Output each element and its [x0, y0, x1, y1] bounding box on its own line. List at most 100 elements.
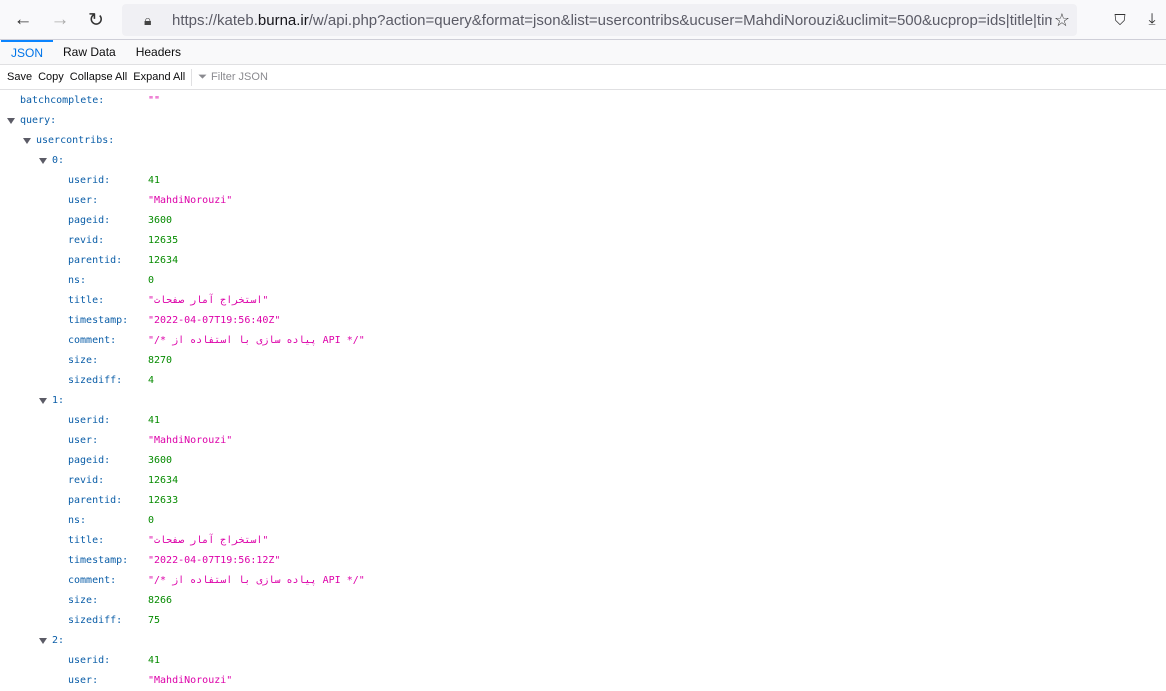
expand-toggle-icon[interactable] [7, 118, 15, 124]
save-button[interactable]: Save [4, 71, 35, 83]
back-icon[interactable]: ← [11, 8, 35, 32]
json-value: "MahdiNorouzi" [148, 675, 233, 686]
json-key: user: [68, 675, 99, 686]
json-row[interactable]: timestamp: "2022-04-07T19:56:40Z" [0, 311, 1166, 331]
json-row[interactable]: title: "استخراج آمار صفحات" [0, 531, 1166, 551]
json-row[interactable]: size: 8270 [0, 351, 1166, 371]
json-value: "2022-04-07T19:56:12Z" [148, 555, 281, 566]
json-row[interactable]: comment: "/* پیاده سازی با استفاده از API… [0, 331, 1166, 351]
json-value: 0 [148, 275, 155, 286]
json-key: title: [68, 535, 105, 546]
json-value: 3600 [148, 455, 173, 466]
json-value: "" [148, 95, 161, 106]
json-value: 41 [148, 415, 161, 426]
json-key: timestamp: [68, 555, 129, 566]
collapse-all-button[interactable]: Collapse All [67, 71, 130, 83]
json-key: sizediff: [68, 375, 123, 386]
json-key: ns: [68, 515, 87, 526]
expand-toggle-icon[interactable] [39, 398, 47, 404]
json-key: comment: [68, 335, 117, 346]
json-key: userid: [68, 655, 111, 666]
browser-toolbar: ← → ↻ 🔒︎ https://kateb.burna.ir/w/api.ph… [0, 0, 1166, 40]
viewer-tabs: JSON Raw Data Headers [0, 40, 1166, 65]
json-row[interactable]: title: "استخراج آمار صفحات" [0, 291, 1166, 311]
json-row[interactable]: revid: 12635 [0, 231, 1166, 251]
json-value: 41 [148, 655, 161, 666]
tab-raw-data[interactable]: Raw Data [53, 40, 126, 65]
json-value: 12633 [148, 495, 179, 506]
json-row[interactable]: size: 8266 [0, 591, 1166, 611]
json-value: "MahdiNorouzi" [148, 435, 233, 446]
json-row[interactable]: timestamp: "2022-04-07T19:56:12Z" [0, 551, 1166, 571]
json-key: user: [68, 195, 99, 206]
json-key: revid: [68, 475, 105, 486]
address-bar[interactable]: 🔒︎ https://kateb.burna.ir/w/api.php?acti… [122, 4, 1077, 36]
json-key: title: [68, 295, 105, 306]
json-row[interactable]: ns: 0 [0, 511, 1166, 531]
json-row[interactable]: batchcomplete: "" [0, 91, 1166, 111]
json-row[interactable]: userid: 41 [0, 651, 1166, 671]
json-row-query[interactable]: query: [0, 111, 1166, 131]
json-row[interactable]: parentid: 12633 [0, 491, 1166, 511]
json-value: "/* پیاده سازی با استفاده از API */" [148, 335, 365, 346]
json-row[interactable]: userid: 41 [0, 171, 1166, 191]
json-row[interactable]: comment: "/* پیاده سازی با استفاده از API… [0, 571, 1166, 591]
json-row[interactable]: pageid: 3600 [0, 451, 1166, 471]
json-row[interactable]: user: "MahdiNorouzi" [0, 431, 1166, 451]
json-value: 12635 [148, 235, 179, 246]
expand-toggle-icon[interactable] [39, 158, 47, 164]
json-row[interactable]: sizediff: 4 [0, 371, 1166, 391]
json-key: comment: [68, 575, 117, 586]
expand-toggle-icon[interactable] [23, 138, 31, 144]
json-row[interactable]: sizediff: 75 [0, 611, 1166, 631]
url-text[interactable]: https://kateb.burna.ir/w/api.php?action=… [172, 12, 1052, 29]
json-value: "استخراج آمار صفحات" [148, 535, 269, 546]
json-key: parentid: [68, 255, 123, 266]
json-key: 1: [52, 395, 65, 406]
expand-toggle-icon[interactable] [39, 638, 47, 644]
json-key: batchcomplete: [20, 95, 105, 106]
json-key: size: [68, 355, 99, 366]
copy-button[interactable]: Copy [35, 71, 67, 83]
json-key: parentid: [68, 495, 123, 506]
json-row[interactable]: revid: 12634 [0, 471, 1166, 491]
json-value: "استخراج آمار صفحات" [148, 295, 269, 306]
json-key: query: [20, 115, 57, 126]
json-row[interactable]: ns: 0 [0, 271, 1166, 291]
json-key: ns: [68, 275, 87, 286]
filter-input[interactable]: ⏷ Filter JSON [198, 71, 268, 84]
json-key: revid: [68, 235, 105, 246]
pocket-icon[interactable]: ⛉ [1108, 8, 1132, 32]
json-row[interactable]: userid: 41 [0, 411, 1166, 431]
filter-icon: ⏷ [198, 70, 208, 83]
tab-headers[interactable]: Headers [126, 40, 191, 65]
json-value: 8266 [148, 595, 173, 606]
json-key: user: [68, 435, 99, 446]
json-row-contrib[interactable]: 1: [0, 391, 1166, 411]
expand-all-button[interactable]: Expand All [130, 71, 188, 83]
json-key: timestamp: [68, 315, 129, 326]
reload-icon[interactable]: ↻ [84, 8, 108, 32]
json-value: "MahdiNorouzi" [148, 195, 233, 206]
json-row-contrib[interactable]: 2: [0, 631, 1166, 651]
json-row[interactable]: user: "MahdiNorouzi" [0, 191, 1166, 211]
json-key: pageid: [68, 215, 111, 226]
download-icon[interactable]: ⤓ [1140, 8, 1164, 32]
bookmark-star-icon[interactable]: ☆ [1050, 8, 1074, 32]
json-key: usercontribs: [36, 135, 115, 146]
json-row-usercontribs[interactable]: usercontribs: [0, 131, 1166, 151]
json-key: pageid: [68, 455, 111, 466]
json-toolbar: Save Copy Collapse All Expand All ⏷ Filte… [0, 65, 1166, 90]
json-value: "/* پیاده سازی با استفاده از API */" [148, 575, 365, 586]
json-row-contrib[interactable]: 0: [0, 151, 1166, 171]
json-key: userid: [68, 175, 111, 186]
json-row[interactable]: user: "MahdiNorouzi" [0, 671, 1166, 691]
lock-icon: 🔒︎ [144, 11, 152, 28]
json-key: userid: [68, 415, 111, 426]
forward-icon[interactable]: → [48, 8, 72, 32]
json-row[interactable]: pageid: 3600 [0, 211, 1166, 231]
json-key: 2: [52, 635, 65, 646]
tab-json[interactable]: JSON [1, 40, 54, 65]
json-row[interactable]: parentid: 12634 [0, 251, 1166, 271]
json-value: 41 [148, 175, 161, 186]
